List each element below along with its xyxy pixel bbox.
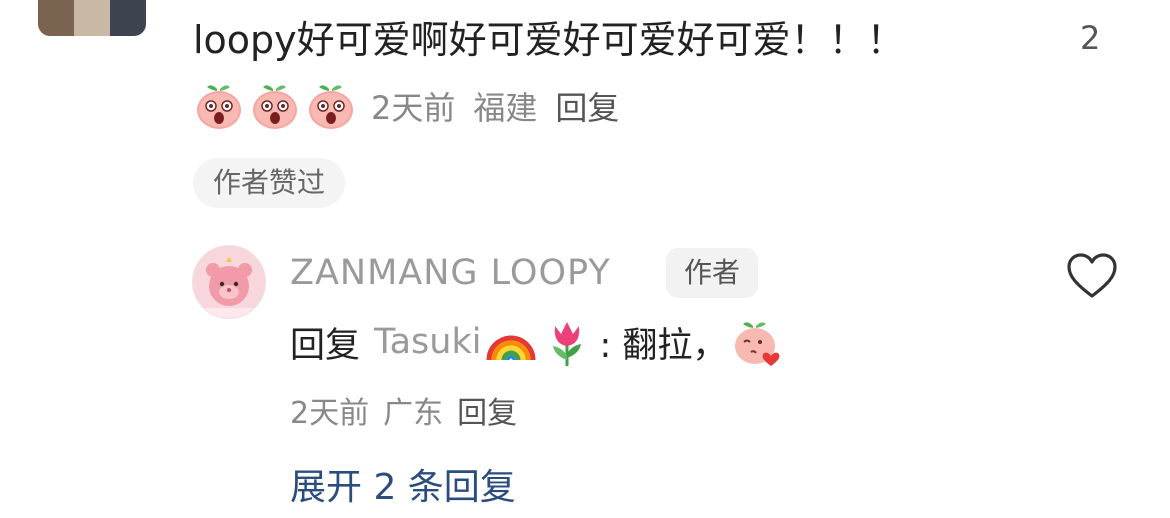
reply-content: 回复 Tasuki : 翻拉， (290, 314, 783, 370)
author-badge: 作者 (666, 248, 759, 298)
reply-to-user[interactable]: Tasuki (374, 322, 481, 362)
expand-replies-link[interactable]: 展开 2 条回复 (290, 462, 516, 514)
commenter-avatar[interactable] (38, 0, 146, 36)
comment-time: 2天前 (371, 89, 456, 127)
comment-text: loopy好可爱啊好可爱好可爱好可爱！！！ (193, 18, 905, 62)
tulip-icon (553, 322, 582, 366)
comment-like-count[interactable]: 2 (1080, 16, 1100, 60)
reply-time: 2天前 (290, 396, 370, 431)
reply-meta: 2天前 广东 回复 (290, 386, 517, 434)
reply-reply-button[interactable]: 回复 (457, 388, 517, 432)
kiss-peach-icon (735, 322, 780, 366)
rainbow-icon (486, 335, 536, 361)
shocked-peach-icon (253, 85, 297, 129)
reply-author-avatar[interactable] (192, 245, 266, 319)
comment-location: 福建 (473, 89, 538, 127)
like-heart-icon[interactable] (1066, 252, 1118, 300)
loopy-avatar-image (193, 246, 265, 318)
author-liked-badge: 作者赞过 (193, 158, 346, 208)
reply-location: 广东 (383, 396, 444, 431)
shocked-peach-icon (197, 85, 241, 129)
reply-author-name[interactable]: ZANMANG LOOPY (290, 248, 611, 298)
comment-meta: 2天前 福建 回复 (193, 78, 619, 134)
reply-prefix: 回复 (290, 325, 361, 366)
comment-reply-button[interactable]: 回复 (555, 83, 619, 129)
reply-body-text: : 翻拉， (599, 325, 728, 366)
shocked-peach-icon (309, 85, 353, 129)
